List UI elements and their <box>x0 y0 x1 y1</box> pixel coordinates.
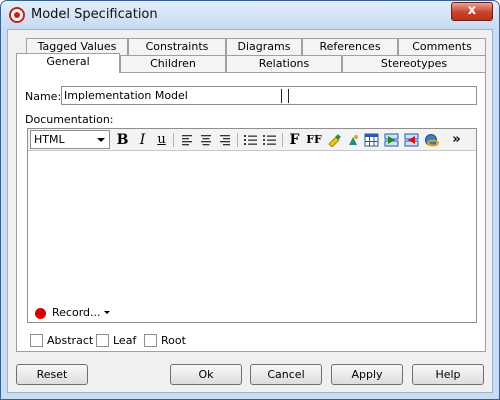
tab-children[interactable]: Children <box>120 55 226 72</box>
tab-constraints[interactable]: Constraints <box>128 38 226 55</box>
record-button[interactable]: Record... <box>52 306 101 319</box>
underline-button[interactable]: u <box>153 131 170 149</box>
toolbar-divider <box>282 133 283 147</box>
align-center-button[interactable] <box>197 131 214 149</box>
documentation-toolbar: HTML B I u F FF » <box>28 129 476 151</box>
table-icon <box>364 133 379 147</box>
align-left-button[interactable] <box>178 131 195 149</box>
root-checkbox-label: Root <box>161 334 186 347</box>
insert-link-button[interactable] <box>423 131 440 149</box>
record-icon <box>35 308 46 319</box>
insert-image-button[interactable] <box>344 131 361 149</box>
root-checkbox[interactable] <box>144 334 157 347</box>
app-logo-icon <box>9 7 25 23</box>
abstract-checkbox-label: Abstract <box>47 334 94 347</box>
font-size-button[interactable]: FF <box>304 131 324 149</box>
documentation-text-area[interactable] <box>28 152 476 322</box>
title-bar: Model Specification x <box>1 1 499 29</box>
highlight-icon <box>327 134 341 148</box>
link-icon <box>424 134 439 147</box>
align-right-button[interactable] <box>216 131 233 149</box>
align-left-icon <box>181 135 192 146</box>
model-specification-window: Model Specification x Tagged Values Cons… <box>0 0 500 400</box>
close-button[interactable]: x <box>451 2 493 21</box>
bulleted-list-button[interactable] <box>261 131 278 149</box>
chevron-down-icon <box>97 138 105 142</box>
toolbar-divider <box>237 133 238 147</box>
bulleted-list-icon <box>262 134 276 146</box>
text-cursor-icon <box>281 89 289 103</box>
tab-relations[interactable]: Relations <box>226 55 342 72</box>
abstract-checkbox[interactable] <box>30 334 43 347</box>
tab-general[interactable]: General <box>16 53 120 73</box>
chevron-down-icon[interactable] <box>104 311 110 314</box>
tab-stereotypes[interactable]: Stereotypes <box>342 55 486 72</box>
tab-comments[interactable]: Comments <box>398 38 486 55</box>
image-icon <box>348 135 358 145</box>
documentation-label: Documentation: <box>25 113 114 126</box>
name-label: Name: <box>25 90 62 103</box>
tab-diagrams[interactable]: Diagrams <box>226 38 302 55</box>
cancel-button[interactable]: Cancel <box>250 364 322 385</box>
insert-table-button[interactable] <box>363 131 380 149</box>
format-select[interactable]: HTML <box>30 130 110 149</box>
apply-button[interactable]: Apply <box>331 364 403 385</box>
ok-button[interactable]: Ok <box>170 364 242 385</box>
highlight-button[interactable] <box>325 131 342 149</box>
help-button[interactable]: Help <box>412 364 484 385</box>
numbered-list-icon <box>244 135 257 145</box>
format-select-value: HTML <box>34 133 65 146</box>
more-tools-button[interactable]: » <box>448 131 465 149</box>
window-title: Model Specification <box>31 7 158 22</box>
dialog-client-area: Tagged Values Constraints Diagrams Refer… <box>7 29 493 393</box>
name-input[interactable]: Implementation Model <box>61 86 477 105</box>
delete-row-icon <box>404 133 419 147</box>
align-center-icon <box>200 135 211 146</box>
leaf-checkbox[interactable] <box>96 334 109 347</box>
delete-row-button[interactable] <box>403 131 420 149</box>
italic-button[interactable]: I <box>134 131 151 149</box>
documentation-editor: HTML B I u F FF » <box>27 128 477 323</box>
leaf-checkbox-label: Leaf <box>113 334 137 347</box>
font-button[interactable]: F <box>286 131 303 149</box>
numbered-list-button[interactable] <box>242 131 259 149</box>
tab-references[interactable]: References <box>302 38 398 55</box>
bold-button[interactable]: B <box>114 131 131 149</box>
toolbar-divider <box>173 133 174 147</box>
align-right-icon <box>219 135 230 146</box>
reset-button[interactable]: Reset <box>16 364 88 385</box>
insert-row-icon <box>384 133 399 147</box>
insert-row-button[interactable] <box>383 131 400 149</box>
